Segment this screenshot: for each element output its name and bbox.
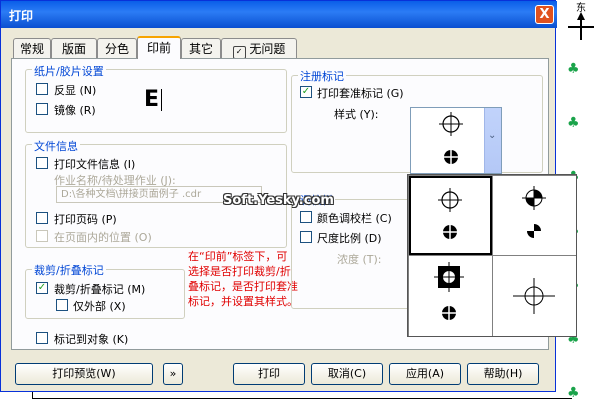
watermark: Soft.Yesky.com: [223, 193, 334, 208]
title-bar[interactable]: 打印 X: [1, 1, 557, 28]
file-info-group-title: 文件信息: [32, 138, 80, 154]
preview-letter: E: [144, 87, 160, 112]
tab-label: 常规: [19, 42, 44, 56]
print-button[interactable]: 打印: [233, 363, 305, 385]
style-label: 样式 (Y):: [334, 108, 379, 121]
style-option-2[interactable]: [493, 176, 576, 255]
tab-label: 印前: [146, 41, 171, 55]
style-option-1[interactable]: [409, 176, 492, 255]
in-page-position-label: 在页面内的位置 (O): [54, 231, 152, 244]
compass-icon: [568, 12, 594, 40]
check-icon: ✓: [37, 282, 47, 293]
in-page-position-checkbox[interactable]: [36, 230, 48, 242]
dropdown-arrow-button[interactable]: ⌄: [484, 108, 501, 173]
registration-mark-circle-cross-icon: [438, 188, 462, 242]
registration-mark-quadrant-icon: [522, 186, 546, 238]
exterior-only-label: 仅外部 (X): [73, 300, 126, 313]
tab-no-issues[interactable]: ✓ 无问题: [221, 38, 297, 59]
baseline-tick: [32, 392, 33, 399]
check-icon: ✓: [301, 86, 311, 97]
window-title: 打印: [9, 9, 34, 23]
print-registration-checkbox[interactable]: ✓: [300, 86, 312, 98]
density-scale-checkbox[interactable]: [300, 231, 312, 243]
print-preview-button[interactable]: 打印预览(W): [15, 363, 153, 385]
style-option-3[interactable]: [409, 256, 492, 336]
color-bar-label: 颜色调校栏 (C): [317, 212, 392, 225]
help-button[interactable]: 帮助(H): [467, 363, 539, 385]
expand-button[interactable]: »: [163, 363, 183, 385]
tab-separations[interactable]: 分色: [97, 38, 137, 58]
mirror-checkbox[interactable]: [36, 103, 48, 115]
print-page-numbers-label: 打印页码 (P): [54, 213, 117, 226]
close-button[interactable]: X: [535, 5, 554, 24]
page-preview-icon: E: [144, 87, 166, 113]
print-file-info-label: 打印文件信息 (I): [54, 158, 136, 171]
print-registration-label: 打印套准标记 (G): [317, 87, 404, 100]
tab-label: 版面: [61, 42, 86, 56]
print-file-info-checkbox[interactable]: [36, 157, 48, 169]
chevron-down-icon: ⌄: [488, 130, 497, 141]
crop-marks-checkbox[interactable]: ✓: [36, 282, 48, 294]
tab-label: 分色: [104, 42, 129, 56]
tab-label: 其它: [188, 42, 213, 56]
cancel-button[interactable]: 取消(C): [311, 363, 383, 385]
crop-marks-label: 裁剪/折叠标记 (M): [54, 283, 146, 296]
invert-checkbox[interactable]: [36, 83, 48, 95]
apply-button[interactable]: 应用(A): [389, 363, 461, 385]
tab-prepress[interactable]: 印前: [137, 36, 181, 59]
registration-mark-square-icon: [434, 262, 464, 323]
tab-general[interactable]: 常规: [13, 38, 51, 58]
registration-mark-thin-cross-icon: [513, 278, 555, 314]
density-label: 浓度 (T):: [337, 253, 382, 266]
print-page-numbers-checkbox[interactable]: [36, 212, 48, 224]
registration-style-dropdown[interactable]: ⌄: [410, 107, 502, 174]
tab-label: 无问题: [249, 42, 286, 56]
baseline-divider: [32, 398, 572, 399]
tab-layout[interactable]: 版面: [51, 38, 97, 58]
mirror-label: 镜像 (R): [54, 104, 96, 117]
paper-film-group-title: 纸片/胶片设置: [32, 63, 106, 79]
style-option-4[interactable]: [493, 256, 576, 336]
exterior-only-checkbox[interactable]: [56, 299, 68, 311]
tab-misc[interactable]: 其它: [181, 38, 221, 58]
marks-to-objects-label: 标记到对象 (K): [54, 333, 129, 346]
crop-marks-group-title: 裁剪/折叠标记: [32, 262, 106, 278]
registration-group-title: 注册标记: [298, 68, 346, 84]
color-bar-checkbox[interactable]: [300, 211, 312, 223]
registration-style-list: [407, 174, 577, 337]
invert-label: 反显 (N): [54, 84, 97, 97]
marks-to-objects-checkbox[interactable]: [36, 332, 48, 344]
density-scale-label: 尺度比例 (D): [317, 232, 382, 245]
